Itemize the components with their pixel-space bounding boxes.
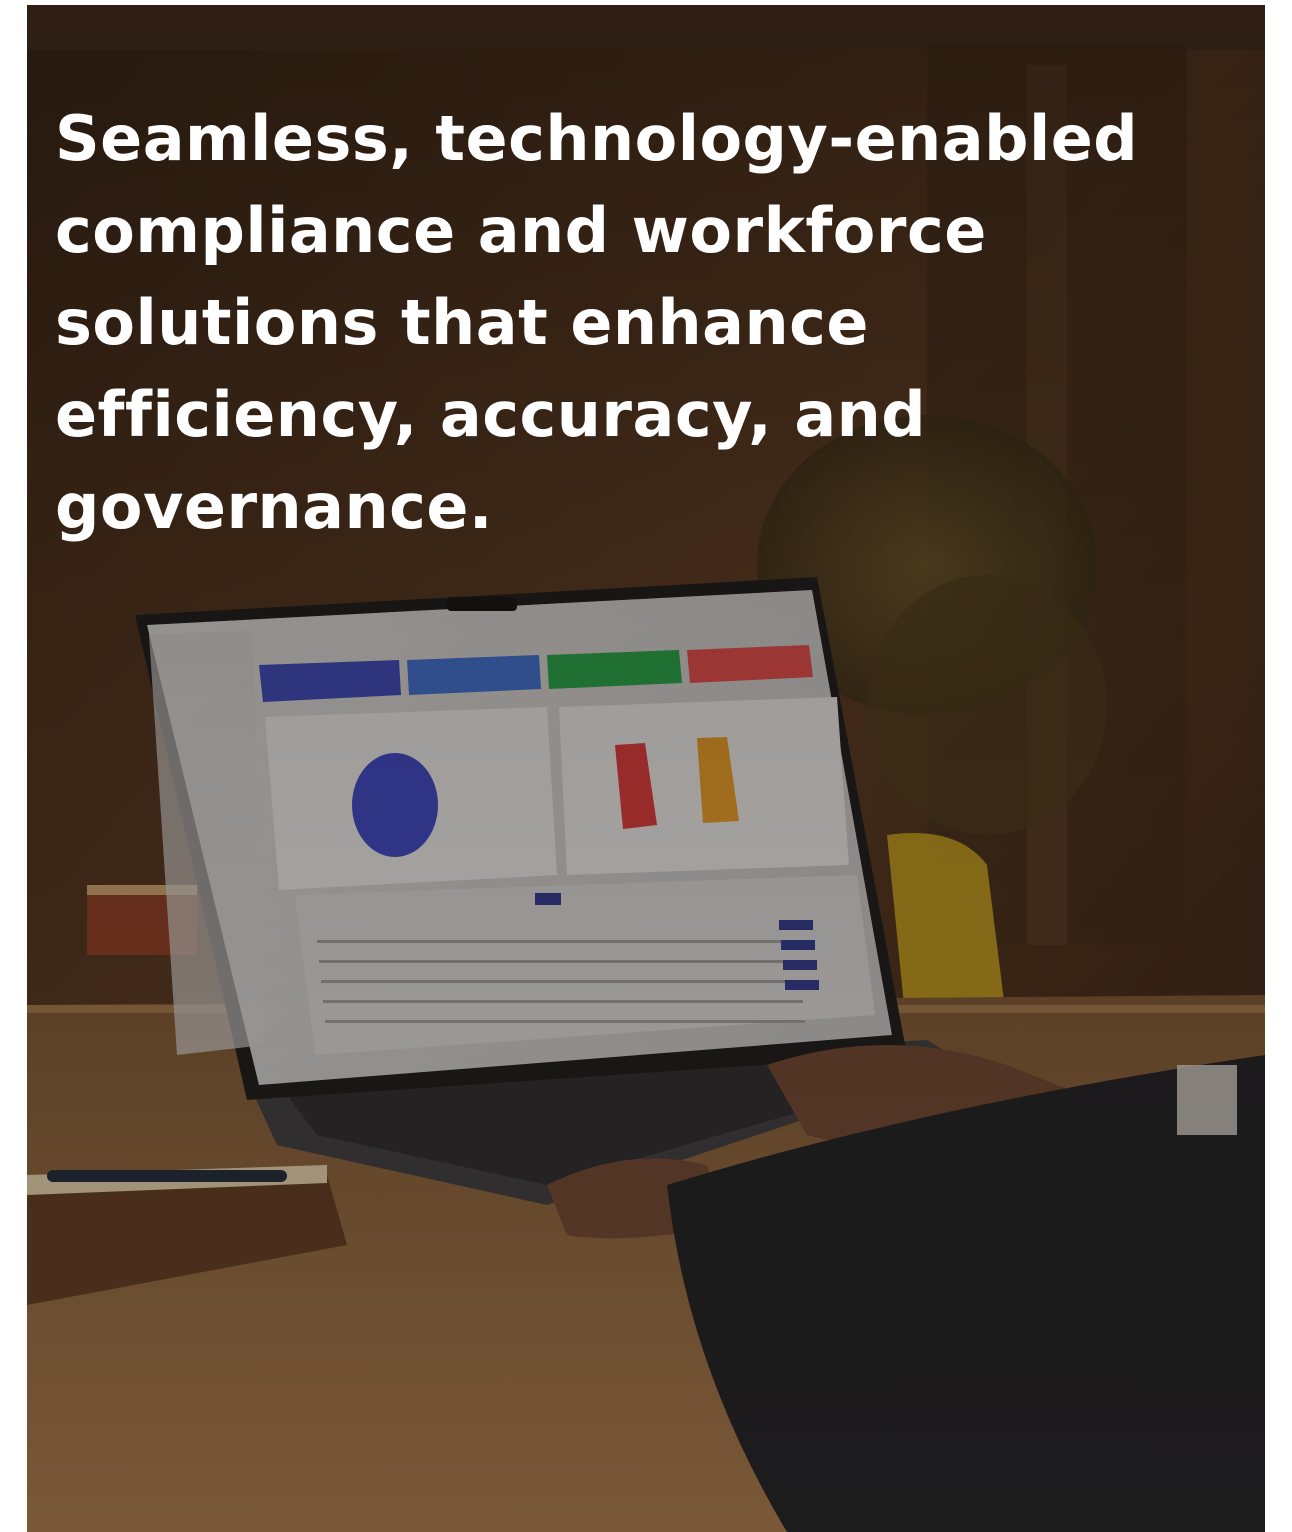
- hero-headline: Seamless, technology-enabled compliance …: [55, 102, 1139, 543]
- hero-card: Seamless, technology-enabled compliance …: [27, 5, 1265, 1532]
